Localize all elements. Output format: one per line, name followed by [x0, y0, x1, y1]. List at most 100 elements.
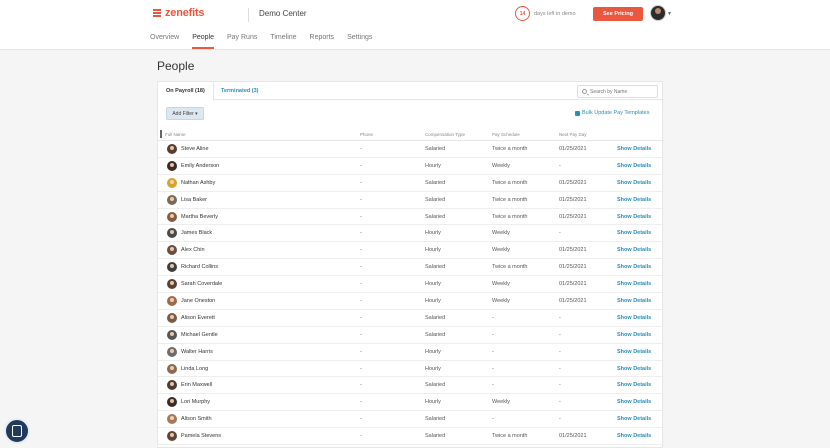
compensation-type-value: Hourly: [425, 365, 441, 372]
pay-schedule-value: Twice a month: [492, 264, 528, 271]
table-row[interactable]: Walter Harris - Hourly - - Show Details: [158, 344, 664, 361]
table-row[interactable]: Alison Everett - Salaried - - Show Details: [158, 310, 664, 327]
next-pay-day-value: -: [559, 399, 561, 406]
phone-value: -: [360, 230, 362, 237]
compensation-type-value: Hourly: [425, 348, 441, 355]
show-details-link[interactable]: Show Details: [617, 264, 651, 270]
nav-pay-runs[interactable]: Pay Runs: [227, 34, 257, 49]
column-header-next-pay-day[interactable]: Next Pay Day: [559, 132, 587, 137]
show-details-link[interactable]: Show Details: [617, 315, 651, 321]
table-row[interactable]: Sarah Coverdale - Hourly Weekly 01/25/2021 Sh…: [158, 276, 664, 294]
chevron-down-icon[interactable]: ▼: [667, 11, 672, 17]
see-pricing-button[interactable]: See Pricing: [593, 7, 643, 21]
phone-value: -: [360, 264, 362, 271]
show-details-link[interactable]: Show Details: [617, 163, 651, 169]
phone-value: -: [360, 331, 362, 338]
table-row[interactable]: Lori Murphy - Hourly Weekly - Show Details: [158, 394, 664, 412]
show-details-link[interactable]: Show Details: [617, 399, 651, 405]
next-pay-day-value: -: [559, 365, 561, 372]
nav-timeline[interactable]: Timeline: [270, 34, 296, 49]
table-row[interactable]: Erin Maxwell - Salaried - - Show Details: [158, 377, 664, 395]
tab-on-payroll[interactable]: On Payroll (18): [158, 82, 214, 101]
table-row[interactable]: Alex Chin - Hourly Weekly 01/25/2021 Show Det…: [158, 242, 664, 260]
employee-name: Alex Chin: [181, 247, 205, 254]
table-row[interactable]: Richard Collins - Salaried Twice a month 01/…: [158, 259, 664, 277]
show-details-link[interactable]: Show Details: [617, 146, 651, 152]
table-row[interactable]: Pamela Stevens - Salaried Twice a month 01/2…: [158, 428, 664, 446]
column-header-pay-schedule[interactable]: Pay Schedule: [492, 132, 520, 137]
next-pay-day-value: -: [559, 162, 561, 169]
nav-people[interactable]: People: [192, 34, 214, 49]
show-details-link[interactable]: Show Details: [617, 247, 651, 253]
show-details-link[interactable]: Show Details: [617, 298, 651, 304]
table-row[interactable]: James Black - Hourly Weekly - Show Details: [158, 225, 664, 243]
compensation-type-value: Salaried: [425, 433, 446, 440]
table-row[interactable]: Martha Beverly - Salaried Twice a month 01/2…: [158, 209, 664, 226]
table-body: Steve Aline - Salaried Twice a month 01/25/2…: [158, 141, 664, 446]
show-details-link[interactable]: Show Details: [617, 416, 651, 422]
table-row[interactable]: Alison Smith - Salaried - - Show Details: [158, 411, 664, 429]
show-details-link[interactable]: Show Details: [617, 281, 651, 287]
bulk-update-link[interactable]: Bulk Update Pay Templates: [575, 110, 649, 116]
nav-overview[interactable]: Overview: [150, 34, 179, 49]
table-row[interactable]: Nathan Ashby - Salaried Twice a month 01/25/…: [158, 175, 664, 192]
column-header-compensation-type[interactable]: Compensation Type: [425, 132, 465, 137]
show-details-link[interactable]: Show Details: [617, 214, 651, 220]
add-filter-button[interactable]: Add Filter ▾: [166, 107, 204, 120]
avatar: [167, 245, 177, 256]
table-row[interactable]: Emily Anderson - Hourly Weekly - Show Details: [158, 158, 664, 175]
pay-schedule-value: Twice a month: [492, 179, 528, 186]
column-header-phone[interactable]: Phone: [360, 132, 373, 137]
pay-schedule-value: Weekly: [492, 162, 510, 169]
compensation-type-value: Salaried: [425, 264, 446, 271]
show-details-link[interactable]: Show Details: [617, 230, 651, 236]
zenefits-logo[interactable]: zenefits: [153, 7, 205, 19]
pay-schedule-value: -: [492, 314, 494, 321]
show-details-link[interactable]: Show Details: [617, 366, 651, 372]
tab-terminated[interactable]: Terminated (3): [221, 82, 259, 100]
column-header-full-name[interactable]: Full Name: [165, 132, 186, 137]
pay-schedule-value: -: [492, 382, 494, 389]
nav-reports[interactable]: Reports: [310, 34, 335, 49]
pay-schedule-value: Twice a month: [492, 196, 528, 203]
phone-value: -: [360, 247, 362, 254]
employee-name: Martha Beverly: [181, 213, 218, 220]
employee-name: Sarah Coverdale: [181, 281, 223, 288]
show-details-link[interactable]: Show Details: [617, 332, 651, 338]
show-details-link[interactable]: Show Details: [617, 382, 651, 388]
avatar: [167, 144, 177, 154]
table-row[interactable]: Michael Gentle - Salaried - - Show Details: [158, 327, 664, 344]
show-details-link[interactable]: Show Details: [617, 433, 651, 439]
search-input[interactable]: [590, 88, 656, 96]
help-widget-icon[interactable]: [4, 418, 30, 444]
employee-name: Lisa Baker: [181, 196, 207, 203]
table-row[interactable]: Lisa Baker - Salaried Twice a month 01/25/20…: [158, 192, 664, 209]
phone-value: -: [360, 179, 362, 186]
top-bar: zenefits Demo Center 14 days left in dem…: [0, 0, 830, 50]
user-avatar[interactable]: [650, 5, 666, 21]
table-row[interactable]: Linda Long - Hourly - - Show Details: [158, 361, 664, 378]
avatar: [167, 211, 177, 222]
show-details-link[interactable]: Show Details: [617, 349, 651, 355]
show-details-link[interactable]: Show Details: [617, 197, 651, 203]
pay-schedule-value: -: [492, 331, 494, 338]
next-pay-day-value: -: [559, 382, 561, 389]
phone-value: -: [360, 314, 362, 321]
search-box: [577, 85, 658, 98]
compensation-type-value: Salaried: [425, 331, 446, 338]
show-details-link[interactable]: Show Details: [617, 180, 651, 186]
compensation-type-value: Hourly: [425, 162, 441, 169]
phone-value: -: [360, 399, 362, 406]
pay-schedule-value: Twice a month: [492, 213, 528, 220]
table-row[interactable]: Jane Oneston - Hourly Weekly 01/25/2021 Show …: [158, 293, 664, 310]
menu-icon[interactable]: [153, 9, 161, 17]
nav-settings[interactable]: Settings: [347, 34, 372, 49]
avatar: [167, 329, 177, 340]
avatar: [167, 177, 177, 188]
compensation-type-value: Hourly: [425, 399, 441, 406]
table-row[interactable]: Steve Aline - Salaried Twice a month 01/25/2…: [158, 141, 664, 158]
next-pay-day-value: -: [559, 230, 561, 237]
next-pay-day-value: 01/25/2021: [559, 179, 587, 186]
company-name: Demo Center: [259, 9, 307, 18]
sort-indicator: [160, 130, 162, 138]
